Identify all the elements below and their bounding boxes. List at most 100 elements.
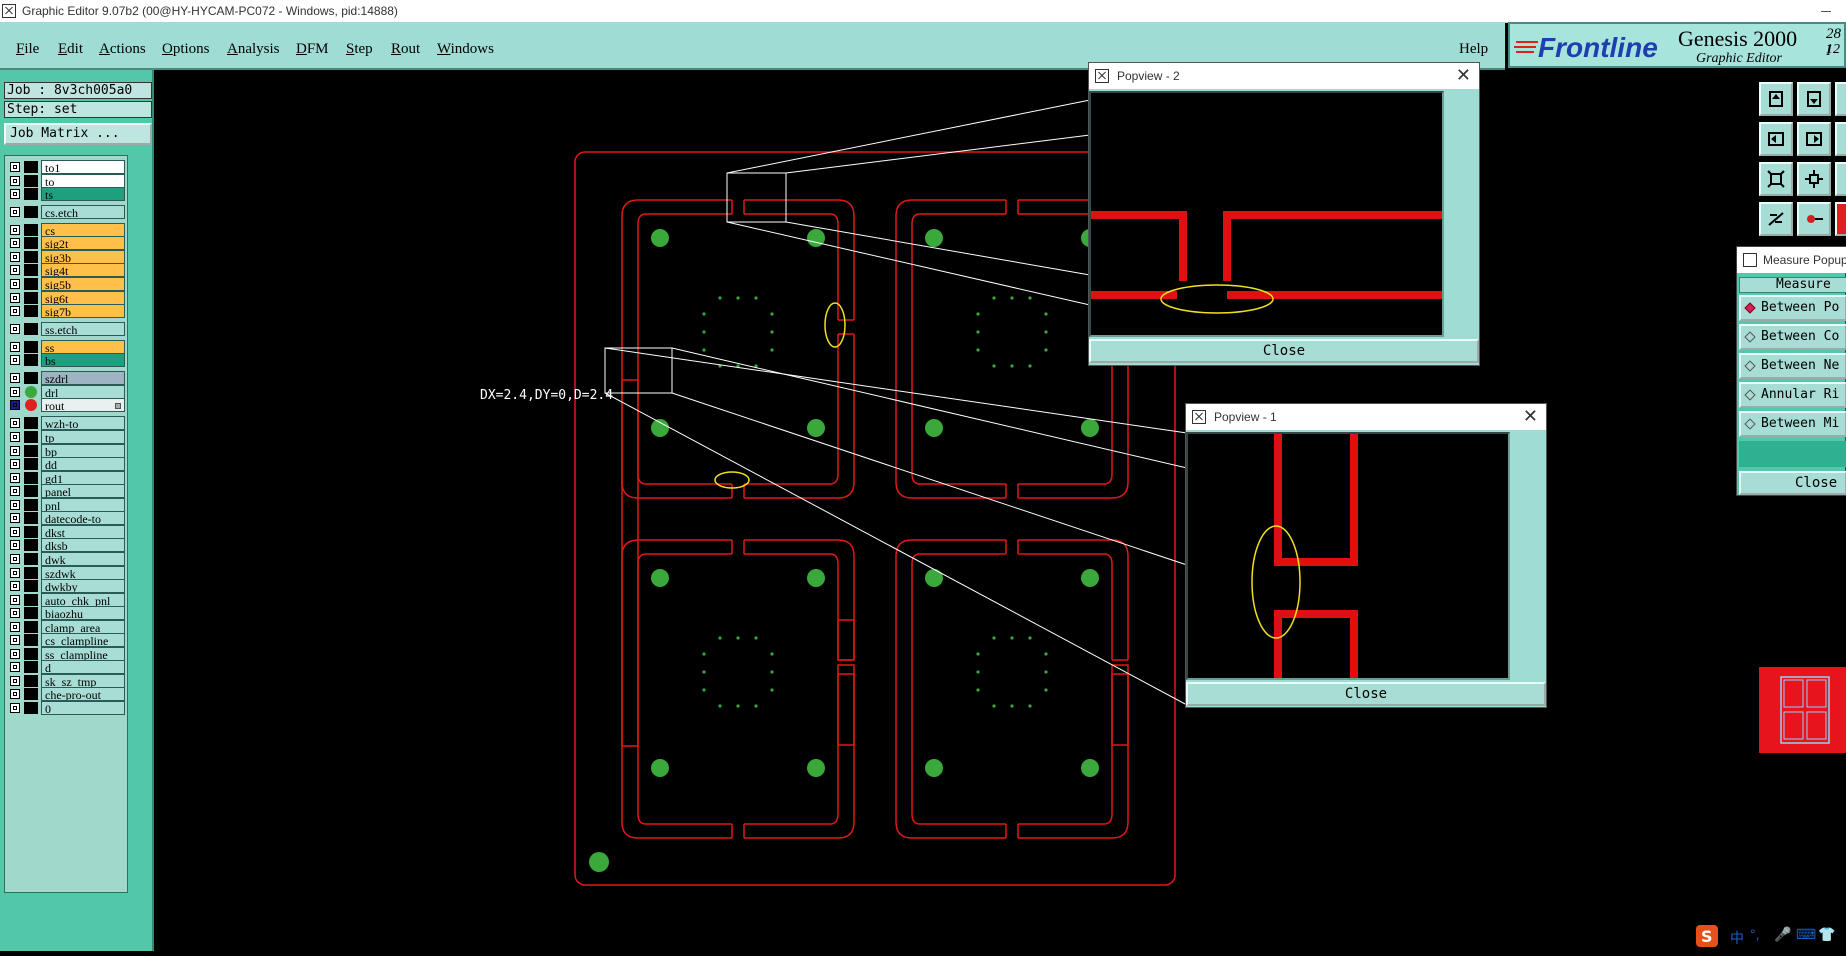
unit-tab: [838, 659, 854, 675]
layer-tool-button[interactable]: [1759, 202, 1793, 236]
drill-hole: [925, 229, 943, 247]
unit-inner-outline: [911, 553, 1006, 825]
measure-option-between-min[interactable]: Between Mi: [1739, 411, 1846, 437]
measure-tool-button[interactable]: [1797, 202, 1831, 236]
via-dot: [770, 312, 774, 316]
pan-down-button[interactable]: [1797, 82, 1831, 116]
drill-hole: [807, 759, 825, 777]
measure-option-between-nets[interactable]: Between Ne: [1739, 353, 1846, 379]
unit-tab: [1005, 484, 1019, 498]
via-dot: [770, 670, 774, 674]
graphic-canvas[interactable]: [0, 0, 1846, 951]
via-dot: [992, 364, 996, 368]
via-dot: [976, 348, 980, 352]
unit-inner-outline: [1018, 674, 1113, 825]
ime-indicator[interactable]: 中: [1730, 928, 1744, 948]
toolbar-button-12[interactable]: [1835, 202, 1846, 236]
via-dot: [754, 704, 758, 708]
via-dot: [718, 704, 722, 708]
via-dot: [976, 670, 980, 674]
measure-popup-title: Measure Popup: [1763, 253, 1846, 267]
via-dot: [1010, 704, 1014, 708]
popview-1-canvas[interactable]: [1186, 432, 1510, 680]
zoom-center-button[interactable]: [1797, 162, 1831, 196]
measure-popup-titlebar: Measure Popup: [1737, 247, 1846, 273]
popview-1-close-button[interactable]: Close: [1186, 682, 1546, 706]
drill-hole: [1081, 759, 1099, 777]
toolbar-button-9[interactable]: [1835, 162, 1846, 196]
drill-hole: [807, 419, 825, 437]
spacer: [622, 500, 854, 520]
popview-icon: [1743, 253, 1757, 267]
unit-inner-outline: [744, 213, 839, 320]
punctuation-icon[interactable]: °,: [1750, 926, 1760, 942]
toolbar-button-6[interactable]: [1835, 122, 1846, 156]
via-dot: [702, 652, 706, 656]
popview-2-canvas[interactable]: [1089, 91, 1444, 337]
via-dot: [976, 688, 980, 692]
via-dot: [976, 330, 980, 334]
overview-thumbnail[interactable]: [1759, 667, 1846, 753]
via-dot: [1028, 636, 1032, 640]
svg-text:S: S: [1701, 927, 1713, 946]
drill-hole: [807, 569, 825, 587]
via-dot: [702, 312, 706, 316]
via-dot: [770, 652, 774, 656]
measure-option-between-points[interactable]: Between Po: [1739, 295, 1846, 321]
right-toolbar: [1755, 70, 1846, 951]
unit-inner-outline: [637, 553, 732, 825]
via-dot: [1010, 296, 1014, 300]
close-icon[interactable]: ✕: [1456, 65, 1471, 86]
pan-up-button[interactable]: [1759, 82, 1793, 116]
drill-hole: [651, 419, 669, 437]
popview-icon: [1095, 69, 1109, 83]
shirt-icon[interactable]: 👕: [1818, 926, 1835, 943]
unit-inner-outline: [911, 213, 1006, 485]
close-icon[interactable]: ✕: [1523, 406, 1538, 427]
zoom-fit-button[interactable]: [1759, 162, 1793, 196]
system-tray: S 中 °, 🎤 ⌨ 👕: [1690, 922, 1846, 951]
popview-2-titlebar: Popview - 2 ✕: [1089, 63, 1479, 89]
via-dot: [770, 330, 774, 334]
via-dot: [1028, 296, 1032, 300]
via-dot: [1010, 364, 1014, 368]
popview-1-window: Popview - 1 ✕ Close: [1185, 403, 1547, 708]
measure-header: Measure: [1739, 277, 1846, 293]
unit-side-slot: [621, 379, 639, 747]
popview-2-close-button[interactable]: Close: [1089, 339, 1479, 363]
pan-left-button[interactable]: [1759, 122, 1793, 156]
via-dot: [718, 636, 722, 640]
drill-hole: [925, 569, 943, 587]
measure-option-between-centers[interactable]: Between Co: [1739, 324, 1846, 350]
keyboard-icon[interactable]: ⌨: [1796, 926, 1816, 943]
unit-tab: [731, 824, 745, 838]
microphone-icon[interactable]: 🎤: [1774, 926, 1791, 943]
tooling-hole: [589, 852, 609, 872]
via-dot: [702, 348, 706, 352]
measure-popup: Measure Popup Measure Between Po Between…: [1736, 246, 1846, 496]
pan-right-button[interactable]: [1797, 122, 1831, 156]
via-dot: [754, 296, 758, 300]
leader-line: [726, 221, 1091, 306]
drill-hole: [925, 419, 943, 437]
popview-1-title: Popview - 1: [1214, 410, 1277, 424]
via-dot: [1044, 330, 1048, 334]
via-dot: [1028, 704, 1032, 708]
drill-hole: [651, 759, 669, 777]
unit-tab: [731, 540, 745, 554]
measure-close-button[interactable]: Close: [1739, 471, 1846, 495]
drill-hole: [925, 759, 943, 777]
via-dot: [702, 330, 706, 334]
unit-side-slot: [837, 664, 855, 746]
via-dot: [992, 704, 996, 708]
measure-option-annular-ring[interactable]: Annular Ri: [1739, 382, 1846, 408]
via-dot: [754, 636, 758, 640]
via-dot: [736, 636, 740, 640]
unit-inner-outline: [1018, 553, 1113, 660]
unit-tab: [1005, 540, 1019, 554]
toolbar-button-3[interactable]: [1835, 82, 1846, 116]
unit-tab: [1005, 200, 1019, 214]
via-dot: [702, 688, 706, 692]
via-dot: [1028, 364, 1032, 368]
via-dot: [992, 296, 996, 300]
